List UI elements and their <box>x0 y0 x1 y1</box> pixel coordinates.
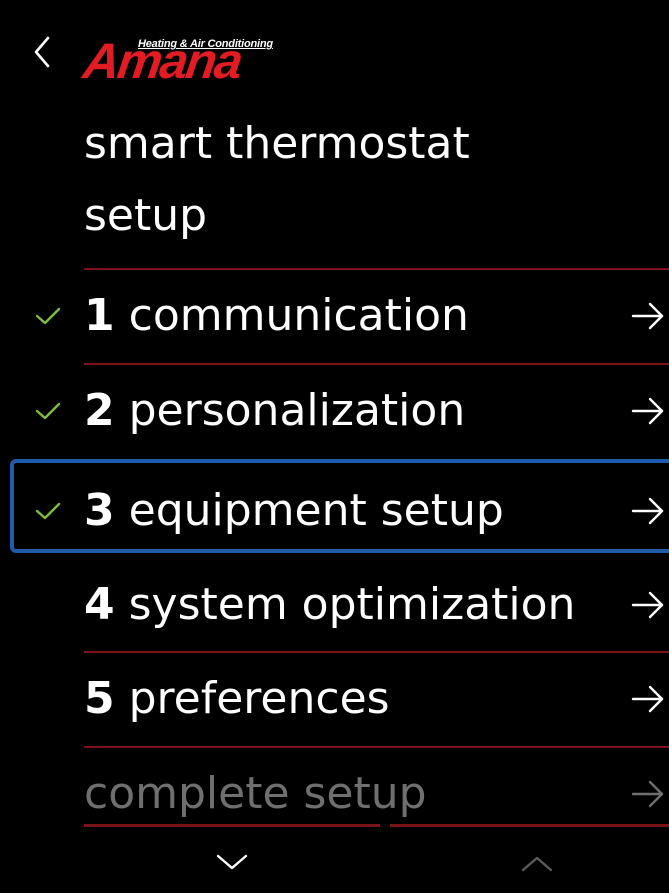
checkmark-icon <box>35 307 61 325</box>
step-personalization[interactable]: 2 personalization <box>0 363 669 458</box>
bottom-divider-right <box>390 824 669 827</box>
arrow-right-icon <box>631 591 664 619</box>
bottom-divider-left <box>84 824 380 827</box>
amana-logo: Amana Heating & Air Conditioning <box>80 26 289 89</box>
step-label: 1 communication <box>84 290 469 342</box>
divider <box>84 746 669 748</box>
divider <box>84 363 669 365</box>
page-title-line2: setup <box>84 190 208 241</box>
step-equipment-setup[interactable]: 3 equipment setup <box>0 459 669 558</box>
arrow-right-icon <box>631 397 664 425</box>
arrow-right-icon <box>631 685 664 713</box>
divider <box>84 268 669 270</box>
step-text: equipment setup <box>128 485 504 536</box>
step-text: system optimization <box>128 579 576 630</box>
page-title: smart thermostat setup <box>84 108 554 252</box>
arrow-right-icon <box>631 302 664 330</box>
scroll-up-button[interactable] <box>517 846 557 880</box>
step-system-optimization[interactable]: 4 system optimization <box>0 557 669 652</box>
step-number: 2 <box>84 385 115 436</box>
arrow-right-icon <box>631 497 664 525</box>
chevron-down-icon <box>216 854 248 870</box>
scroll-down-button[interactable] <box>212 846 252 880</box>
chevron-left-icon <box>34 36 50 68</box>
checkmark-icon <box>35 402 61 420</box>
step-number: 3 <box>84 485 115 536</box>
checkmark-icon <box>35 502 61 520</box>
step-number: 4 <box>84 579 115 630</box>
chevron-up-icon <box>521 856 553 872</box>
step-label: 5 preferences <box>84 673 390 725</box>
step-communication[interactable]: 1 communication <box>0 268 669 363</box>
step-number: 1 <box>84 290 115 341</box>
step-text: personalization <box>128 385 466 436</box>
step-label: complete setup <box>84 768 427 820</box>
step-label: 4 system optimization <box>84 579 575 631</box>
divider <box>84 651 669 653</box>
step-text: communication <box>128 290 469 341</box>
logo-tagline: Heating & Air Conditioning <box>138 38 273 50</box>
step-preferences[interactable]: 5 preferences <box>0 651 669 746</box>
arrow-right-icon <box>631 780 664 808</box>
step-label: 3 equipment setup <box>84 485 504 537</box>
step-text: complete setup <box>84 768 427 819</box>
step-label: 2 personalization <box>84 385 465 437</box>
page-title-line1: smart thermostat <box>84 118 470 169</box>
step-number: 5 <box>84 673 115 724</box>
step-text: preferences <box>128 673 390 724</box>
back-button[interactable] <box>22 30 62 74</box>
